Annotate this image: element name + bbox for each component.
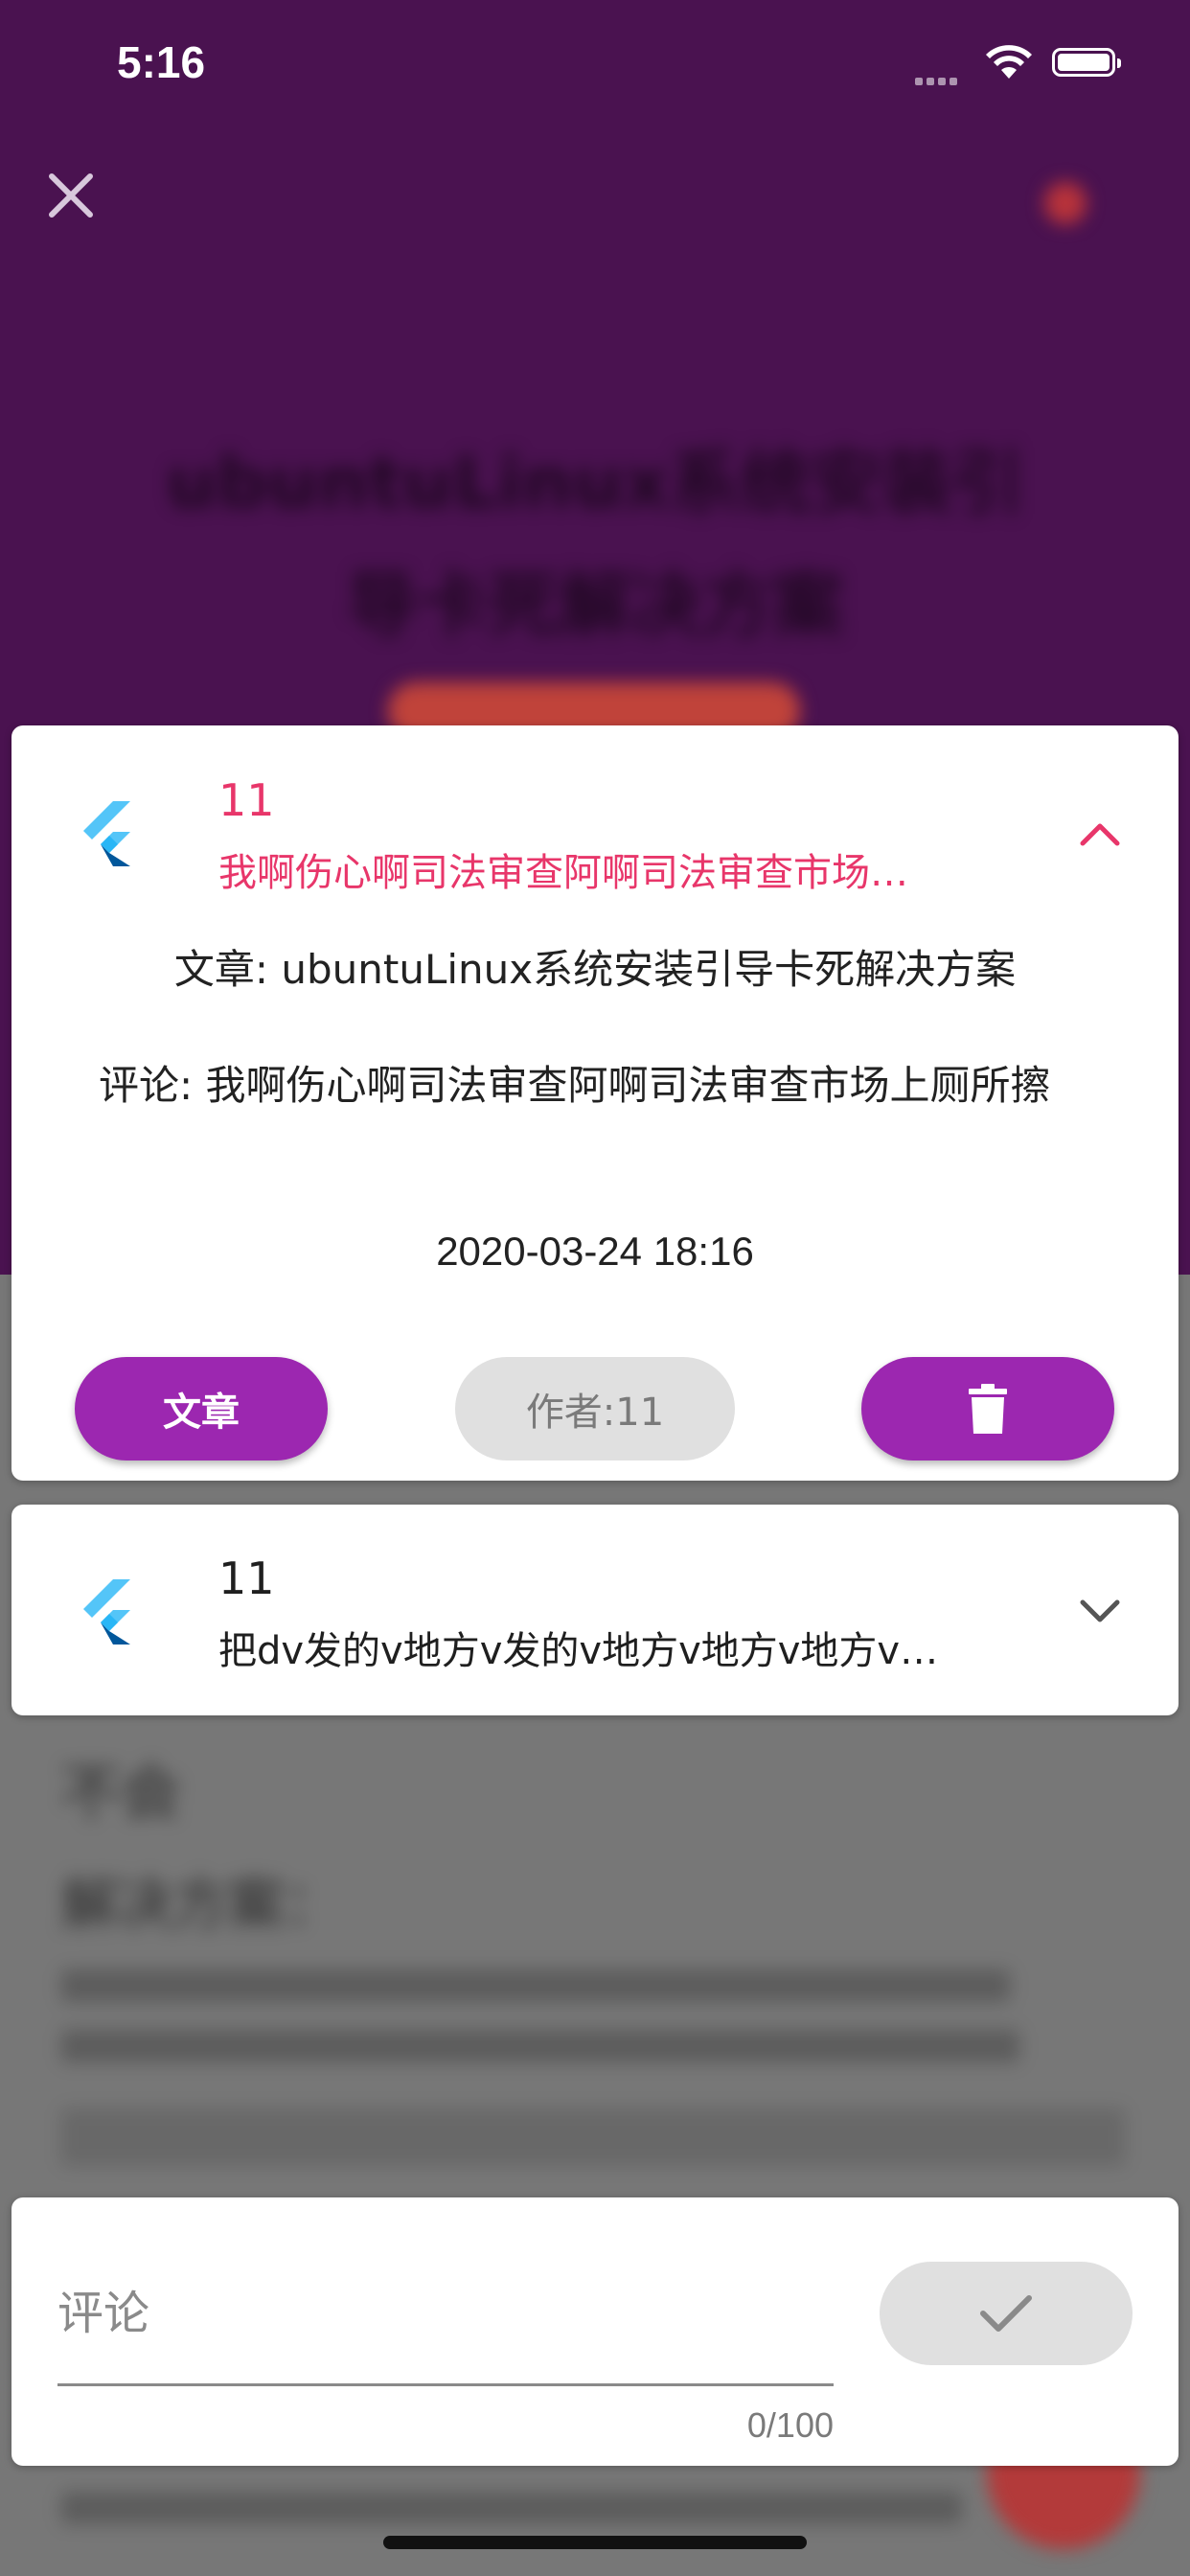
background-text-line: [61, 2492, 962, 2524]
comment-preview: 把dv发的v地方v发的v地方v地方v地方v…: [218, 1629, 939, 1673]
comment-text: 评论: 我啊伤心啊司法审查阿啊司法审查市场上厕所擦: [99, 1062, 1051, 1109]
article-label: 文章: ubuntuLinux系统安装引导卡死解决方案: [173, 946, 1017, 993]
author-button[interactable]: 作者:11: [455, 1357, 735, 1460]
comment-input[interactable]: [57, 2242, 834, 2386]
close-button[interactable]: [42, 167, 100, 224]
flutter-logo-icon: [80, 801, 136, 866]
comment-author: 11: [218, 774, 275, 826]
collapse-button[interactable]: [1079, 820, 1121, 847]
flutter-logo-icon: [80, 1579, 136, 1644]
background-subheading: 解决方案：: [61, 1872, 340, 1937]
background-text-line: [61, 1969, 1010, 2002]
expand-button[interactable]: [1079, 1598, 1121, 1625]
background-heading: 不会: [61, 1758, 181, 1828]
close-icon: [49, 173, 93, 218]
comment-date: 2020-03-24 18:16: [436, 1229, 754, 1274]
view-article-button[interactable]: 文章: [75, 1357, 328, 1460]
background-text-line: [61, 2030, 1019, 2062]
favorite-icon: [1044, 182, 1087, 224]
chevron-down-icon: [1080, 1599, 1120, 1622]
status-time: 5:16: [117, 37, 206, 87]
home-indicator[interactable]: [383, 2536, 807, 2549]
battery-icon: [1052, 48, 1121, 77]
background-article-title: ubuntuLinux系统安装引 导卡死解决方案: [166, 442, 1024, 647]
submit-comment-button[interactable]: [880, 2262, 1133, 2365]
delete-comment-button[interactable]: [861, 1357, 1114, 1460]
check-icon: [980, 2295, 1032, 2332]
background-code-block: [61, 2108, 1125, 2166]
wifi-icon: [985, 42, 1033, 84]
comment-card-collapsed[interactable]: [11, 1505, 1179, 1715]
chevron-up-icon: [1080, 823, 1120, 846]
signal-icon: [915, 71, 961, 89]
character-counter: 0/100: [746, 2405, 834, 2445]
trash-icon: [969, 1384, 1007, 1434]
comment-author: 11: [218, 1552, 275, 1604]
comment-preview: 我啊伤心啊司法审查阿啊司法审查市场…: [218, 851, 908, 895]
